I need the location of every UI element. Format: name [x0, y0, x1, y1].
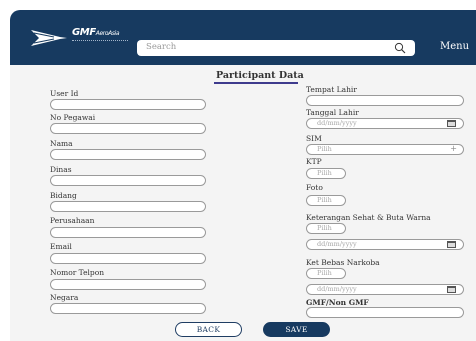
back-button[interactable]: BACK	[175, 322, 242, 337]
save-button[interactable]: SAVE	[263, 322, 330, 337]
label-bidang: Bidang	[50, 191, 77, 200]
perusahaan-input[interactable]	[50, 227, 206, 238]
calendar-icon[interactable]	[447, 241, 456, 248]
app-header: GMFAeroAsia Search Menu	[10, 10, 476, 65]
nama-input[interactable]	[50, 149, 206, 160]
label-email: Email	[50, 242, 72, 251]
title-underline	[214, 82, 298, 84]
dinas-input[interactable]	[50, 175, 206, 186]
user-id-input[interactable]	[50, 99, 206, 110]
label-user-id: User Id	[50, 89, 79, 98]
label-dinas: Dinas	[50, 165, 72, 174]
label-keterangan-sehat: Keterangan Sehat & Buta Warna	[306, 213, 431, 222]
label-sim: SIM	[306, 134, 322, 143]
menu-button[interactable]: Menu	[440, 41, 469, 52]
tanggal-lahir-date-input[interactable]: dd/mm/yyyy	[306, 118, 464, 129]
date-placeholder: dd/mm/yyyy	[317, 240, 357, 248]
search-icon[interactable]	[394, 42, 406, 54]
label-ket-bebas-narkoba: Ket Bebas Narkoba	[306, 258, 380, 267]
calendar-icon[interactable]	[447, 120, 456, 127]
keterangan-select[interactable]: Pilih	[306, 223, 346, 234]
logo-tagline	[72, 40, 128, 42]
label-foto: Foto	[306, 183, 323, 192]
label-gmf-non-gmf: GMF/Non GMF	[306, 298, 369, 307]
foto-select[interactable]: Pilih	[306, 195, 346, 206]
keterangan-placeholder: Pilih	[317, 224, 332, 232]
narkoba-placeholder: Pilih	[317, 269, 332, 277]
add-icon[interactable]: +	[450, 144, 457, 154]
negara-input[interactable]	[50, 303, 206, 314]
label-tanggal-lahir: Tanggal Lahir	[306, 108, 359, 117]
bidang-input[interactable]	[50, 201, 206, 212]
date-placeholder: dd/mm/yyyy	[317, 285, 357, 293]
gmf-non-gmf-input[interactable]	[306, 307, 464, 318]
email-input[interactable]	[50, 253, 206, 264]
gmf-logo[interactable]: GMFAeroAsia	[30, 26, 140, 50]
label-no-pegawai: No Pegawai	[50, 113, 96, 122]
label-negara: Negara	[50, 293, 79, 302]
search-bar[interactable]: Search	[137, 40, 415, 56]
tempat-lahir-input[interactable]	[306, 95, 464, 106]
ktp-placeholder: Pilih	[317, 169, 332, 177]
logo-text: GMFAeroAsia	[72, 27, 120, 38]
no-pegawai-input[interactable]	[50, 123, 206, 134]
label-tempat-lahir: Tempat Lahir	[306, 85, 357, 94]
foto-placeholder: Pilih	[317, 196, 332, 204]
sim-select[interactable]: Pilih +	[306, 144, 464, 155]
ktp-select[interactable]: Pilih	[306, 168, 346, 179]
keterangan-date-input[interactable]: dd/mm/yyyy	[306, 239, 464, 250]
label-nomor-telpon: Nomor Telpon	[50, 268, 105, 277]
nomor-telpon-input[interactable]	[50, 279, 206, 290]
label-perusahaan: Perusahaan	[50, 216, 95, 225]
search-input[interactable]: Search	[146, 42, 176, 52]
narkoba-date-input[interactable]: dd/mm/yyyy	[306, 284, 464, 295]
calendar-icon[interactable]	[447, 286, 456, 293]
date-placeholder: dd/mm/yyyy	[317, 119, 357, 127]
airplane-logo-icon	[31, 30, 67, 46]
label-nama: Nama	[50, 139, 73, 148]
page-title: Participant Data	[216, 70, 304, 81]
narkoba-select[interactable]: Pilih	[306, 268, 346, 279]
sim-placeholder: Pilih	[317, 145, 332, 153]
label-ktp: KTP	[306, 157, 322, 166]
